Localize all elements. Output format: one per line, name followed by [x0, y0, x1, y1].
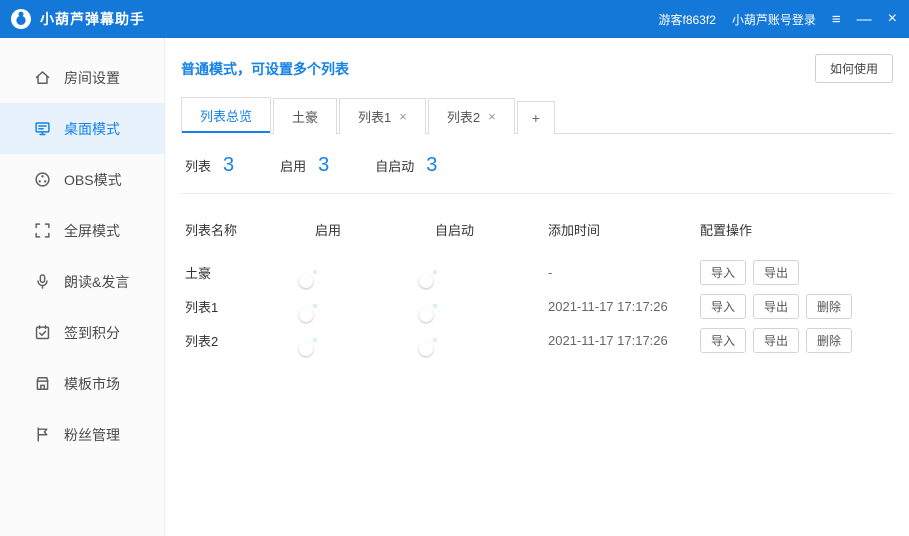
app-window: 小葫芦弹幕助手 游客f863f2 小葫芦账号登录 ≡ — × 房间设置 桌面模式	[0, 0, 909, 536]
sidebar-item-label: OBS模式	[64, 170, 122, 190]
main-content: 普通模式，可设置多个列表 如何使用 列表总览 土豪 列表1 × 列表2 ×	[165, 38, 909, 536]
fullscreen-icon	[33, 222, 51, 240]
stat-label: 自启动	[375, 156, 414, 175]
table-header: 列表名称 启用 自启动 添加时间 配置操作	[181, 200, 893, 255]
column-header-actions: 配置操作	[700, 220, 889, 239]
column-header-enabled: 启用	[315, 220, 435, 239]
stat-enabled-count: 启用 3	[280, 154, 329, 177]
home-icon	[33, 69, 51, 87]
account-login-link[interactable]: 小葫芦账号登录	[732, 11, 816, 28]
main-header: 普通模式，可设置多个列表 如何使用	[181, 54, 893, 83]
sidebar-item-label: 朗读&发言	[64, 272, 129, 292]
stat-label: 启用	[280, 156, 306, 175]
import-button[interactable]: 导入	[700, 328, 746, 353]
sidebar-item-label: 桌面模式	[64, 119, 120, 139]
export-button[interactable]: 导出	[753, 294, 799, 319]
titlebar-left: 小葫芦弹幕助手	[10, 8, 145, 30]
tab-label: 列表总览	[200, 106, 252, 125]
tab-close-icon[interactable]: ×	[488, 110, 496, 123]
sidebar-item-speech[interactable]: 朗读&发言	[0, 256, 164, 307]
sidebar-item-template-market[interactable]: 模板市场	[0, 358, 164, 409]
page-title: 普通模式，可设置多个列表	[181, 59, 349, 79]
list-name: 列表1	[185, 297, 315, 316]
table-row: 列表1 2021-11-17 17:17:26 导入 导出 删除	[181, 289, 893, 323]
export-button[interactable]: 导出	[753, 328, 799, 353]
tab-tuhao[interactable]: 土豪	[273, 98, 337, 134]
sidebar-item-desktop-mode[interactable]: 桌面模式	[0, 103, 164, 154]
add-tab-button[interactable]: +	[517, 101, 555, 134]
sidebar-item-checkin-points[interactable]: 签到积分	[0, 307, 164, 358]
sidebar-item-label: 模板市场	[64, 374, 120, 394]
desktop-icon	[33, 120, 51, 138]
sidebar-item-label: 粉丝管理	[64, 425, 120, 445]
toggle-knob	[419, 342, 433, 356]
titlebar: 小葫芦弹幕助手 游客f863f2 小葫芦账号登录 ≡ — ×	[0, 0, 909, 38]
toggle-knob	[299, 308, 313, 322]
tab-close-icon[interactable]: ×	[399, 110, 407, 123]
sidebar: 房间设置 桌面模式 OBS模式 全屏模式	[0, 38, 165, 536]
toggle-knob	[419, 308, 433, 322]
stat-autostart-count: 自启动 3	[375, 154, 437, 177]
tab-bar: 列表总览 土豪 列表1 × 列表2 × +	[181, 97, 893, 134]
stat-label: 列表	[185, 156, 211, 175]
tab-list1[interactable]: 列表1 ×	[339, 98, 426, 134]
tab-label: 列表2	[447, 107, 480, 126]
stat-value: 3	[318, 154, 329, 177]
column-header-name: 列表名称	[185, 220, 315, 239]
added-time: 2021-11-17 17:17:26	[548, 333, 700, 348]
import-button[interactable]: 导入	[700, 260, 746, 285]
titlebar-right: 游客f863f2 小葫芦账号登录 ≡ — ×	[659, 11, 898, 28]
stats-bar: 列表 3 启用 3 自启动 3	[181, 134, 893, 194]
delete-button[interactable]: 删除	[806, 328, 852, 353]
how-to-use-button[interactable]: 如何使用	[815, 54, 893, 83]
app-title: 小葫芦弹幕助手	[40, 9, 145, 29]
toggle-knob	[299, 342, 313, 356]
stat-value: 3	[426, 154, 437, 177]
sidebar-item-fans-management[interactable]: 粉丝管理	[0, 409, 164, 460]
added-time: -	[548, 265, 700, 280]
delete-button[interactable]: 删除	[806, 294, 852, 319]
sidebar-item-fullscreen-mode[interactable]: 全屏模式	[0, 205, 164, 256]
stat-value: 3	[223, 154, 234, 177]
app-body: 房间设置 桌面模式 OBS模式 全屏模式	[0, 38, 909, 536]
minimize-button[interactable]: —	[857, 12, 872, 27]
table-row: 土豪 - 导入 导出	[181, 255, 893, 289]
column-header-added-time: 添加时间	[548, 220, 700, 239]
sidebar-item-label: 全屏模式	[64, 221, 120, 241]
import-button[interactable]: 导入	[700, 294, 746, 319]
export-button[interactable]: 导出	[753, 260, 799, 285]
toggle-knob	[299, 274, 313, 288]
guest-user-label[interactable]: 游客f863f2	[659, 11, 716, 28]
mic-icon	[33, 273, 51, 291]
sidebar-item-obs-mode[interactable]: OBS模式	[0, 154, 164, 205]
obs-icon	[33, 171, 51, 189]
fans-icon	[33, 426, 51, 444]
list-table: 列表名称 启用 自启动 添加时间 配置操作 土豪 - 导入 导出	[181, 200, 893, 357]
added-time: 2021-11-17 17:17:26	[548, 299, 700, 314]
list-name: 列表2	[185, 331, 315, 350]
sidebar-item-label: 签到积分	[64, 323, 120, 343]
table-row: 列表2 2021-11-17 17:17:26 导入 导出 删除	[181, 323, 893, 357]
tab-label: 列表1	[358, 107, 391, 126]
app-logo-icon	[10, 8, 32, 30]
stat-list-count: 列表 3	[185, 154, 234, 177]
close-button[interactable]: ×	[888, 11, 897, 27]
list-name: 土豪	[185, 263, 315, 282]
tab-label: 土豪	[292, 107, 318, 126]
plus-icon: +	[532, 110, 540, 126]
toggle-knob	[419, 274, 433, 288]
tab-list-overview[interactable]: 列表总览	[181, 97, 271, 134]
menu-icon[interactable]: ≡	[832, 12, 841, 27]
tab-list2[interactable]: 列表2 ×	[428, 98, 515, 134]
sidebar-item-label: 房间设置	[64, 68, 120, 88]
market-icon	[33, 375, 51, 393]
column-header-autostart: 自启动	[435, 220, 548, 239]
sidebar-item-room-settings[interactable]: 房间设置	[0, 52, 164, 103]
checkin-icon	[33, 324, 51, 342]
